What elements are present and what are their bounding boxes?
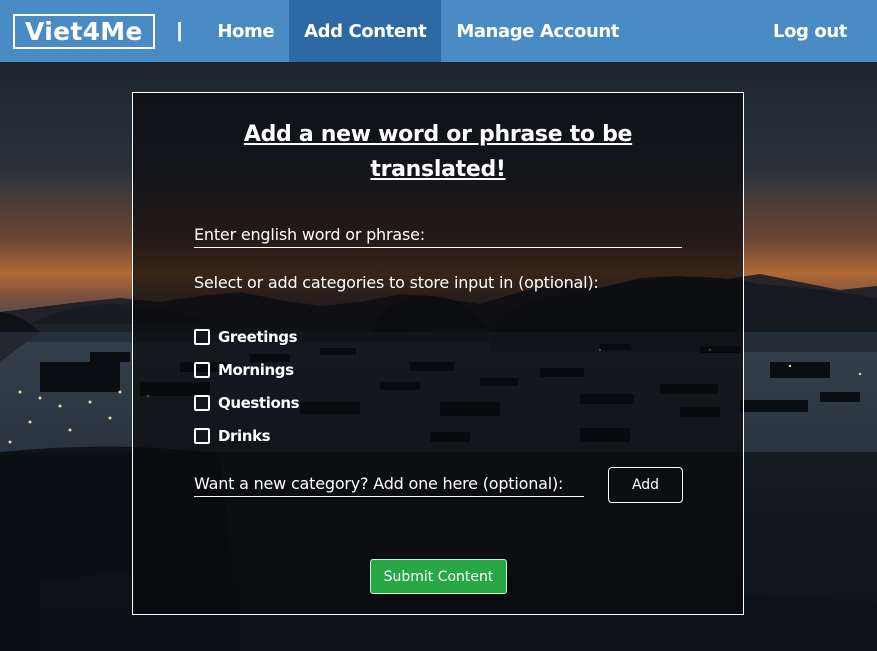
brand-logo[interactable]: Viet4Me bbox=[13, 13, 155, 49]
checkbox-questions[interactable] bbox=[194, 394, 210, 411]
form-title: Add a new word or phrase to be translate… bbox=[243, 122, 633, 182]
category-item-drinks[interactable]: Drinks bbox=[194, 419, 299, 452]
category-label: Mornings bbox=[218, 360, 294, 379]
new-category-input[interactable]: Want a new category? Add one here (optio… bbox=[194, 474, 584, 497]
add-content-form: Add a new word or phrase to be translate… bbox=[132, 92, 744, 615]
categories-label: Select or add categories to store input … bbox=[194, 273, 599, 292]
submit-content-button[interactable]: Submit Content bbox=[370, 559, 507, 594]
category-item-mornings[interactable]: Mornings bbox=[194, 353, 299, 386]
english-word-input[interactable]: Enter english word or phrase: bbox=[194, 225, 682, 248]
nav-home-link[interactable]: Home bbox=[202, 0, 289, 62]
category-item-questions[interactable]: Questions bbox=[194, 386, 300, 419]
category-label: Greetings bbox=[218, 327, 298, 346]
category-label: Questions bbox=[218, 393, 300, 412]
checkbox-drinks[interactable] bbox=[194, 427, 210, 444]
checkbox-greetings[interactable] bbox=[194, 328, 210, 345]
logout-link[interactable]: Log out bbox=[758, 0, 862, 62]
checkbox-mornings[interactable] bbox=[194, 361, 210, 378]
add-category-button[interactable]: Add bbox=[608, 467, 683, 503]
nav-separator: | bbox=[176, 19, 183, 42]
top-navbar: Viet4Me | Home Add Content Manage Accoun… bbox=[0, 0, 877, 62]
nav-add-content-link[interactable]: Add Content bbox=[289, 0, 442, 62]
category-list: Greetings Mornings Questions Drinks bbox=[194, 320, 300, 452]
category-item-greetings[interactable]: Greetings bbox=[194, 320, 299, 353]
nav-manage-account-link[interactable]: Manage Account bbox=[441, 0, 634, 62]
category-label: Drinks bbox=[218, 426, 271, 445]
